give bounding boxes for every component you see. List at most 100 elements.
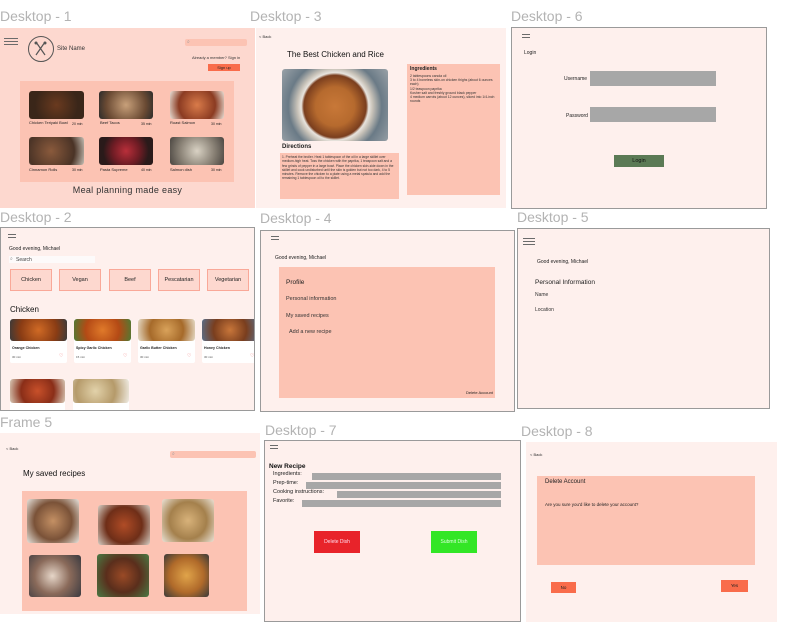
saved-recipe-image-4[interactable] <box>29 555 81 597</box>
frame-label-desktop-1: Desktop - 1 <box>0 8 72 24</box>
delete-account-dialog: Delete Account Are you sure you'd like t… <box>537 476 755 565</box>
saved-recipe-image-3[interactable] <box>162 499 214 542</box>
frame-label-desktop-5: Desktop - 5 <box>517 209 589 225</box>
frame-label-frame-5: Frame 5 <box>0 414 53 430</box>
prep-time-input[interactable] <box>306 482 501 489</box>
saved-recipe-image-2[interactable] <box>98 505 150 545</box>
signup-button[interactable]: Sign up <box>208 64 240 71</box>
recipe-name-5: Pasta Supreme <box>100 167 128 172</box>
recipe-card-3[interactable]: Garlic Butter Chicken 30 min ♡ <box>138 319 195 363</box>
frame-label-desktop-7: Desktop - 7 <box>265 422 337 438</box>
heart-icon[interactable]: ♡ <box>187 353 191 359</box>
frame-desktop-3: < Back The Best Chicken and Rice Ingredi… <box>256 28 506 208</box>
submit-dish-button[interactable]: Submit Dish <box>431 531 477 553</box>
category-pescatarian[interactable]: Pescatarian <box>158 269 200 291</box>
ingredients-label: Ingredients: <box>273 471 302 477</box>
search-input[interactable]: ⌕ Search <box>9 256 95 263</box>
recipe-image-4[interactable] <box>29 137 84 165</box>
menu-icon[interactable] <box>523 238 535 246</box>
ingredients-input[interactable] <box>312 473 501 480</box>
frame-label-desktop-2: Desktop - 2 <box>0 209 72 225</box>
ingredients-panel: Ingredients 2 tablespoons canola oil 3 t… <box>407 64 500 195</box>
category-vegan[interactable]: Vegan <box>59 269 101 291</box>
recipe-image-1[interactable] <box>29 91 84 119</box>
recipe-name-4: Cinnamon Rolls <box>29 167 58 172</box>
menu-icon[interactable] <box>270 445 278 453</box>
menu-icon[interactable] <box>271 236 279 244</box>
frame-desktop-4: Good evening, Michael Profile Personal i… <box>260 230 515 412</box>
recipe-time-1: 20 min <box>72 122 83 126</box>
figma-canvas: Desktop - 1 Desktop - 3 Desktop - 6 Desk… <box>0 0 787 636</box>
search-input[interactable]: ⌕ <box>170 451 256 458</box>
frame-label-desktop-3: Desktop - 3 <box>250 8 322 24</box>
category-beef[interactable]: Beef <box>109 269 151 291</box>
search-input[interactable]: ⌕ <box>185 39 247 46</box>
frame-label-desktop-6: Desktop - 6 <box>511 8 583 24</box>
recipe-image-5[interactable] <box>99 137 153 165</box>
back-link[interactable]: < Back <box>530 452 542 457</box>
no-button[interactable]: No <box>551 582 576 593</box>
recipe-card-image <box>138 319 195 341</box>
saved-recipe-image-5[interactable] <box>97 554 149 597</box>
prep-time-label: Prep-time: <box>273 480 299 486</box>
recipe-card-name: Garlic Butter Chicken <box>140 346 177 350</box>
recipe-image-6[interactable] <box>170 137 224 165</box>
directions-panel: 1. Preheat the broiler. Heat 1 tablespoo… <box>280 153 399 199</box>
menu-icon[interactable] <box>4 38 18 46</box>
menu-item-add-recipe[interactable]: Add a new recipe <box>289 329 332 335</box>
menu-icon[interactable] <box>522 34 530 42</box>
delete-dish-button[interactable]: Delete Dish <box>314 531 360 553</box>
recipe-card-image <box>202 319 254 341</box>
saved-recipe-image-1[interactable] <box>27 499 79 543</box>
heart-icon[interactable]: ♡ <box>250 353 254 359</box>
category-vegetarian[interactable]: Vegetarian <box>207 269 249 291</box>
recipe-card-5[interactable] <box>10 379 65 410</box>
recipe-image-3[interactable] <box>170 91 224 119</box>
saved-recipes-title: My saved recipes <box>23 469 86 478</box>
member-signin-link[interactable]: Already a member? Sign in <box>192 55 240 60</box>
login-button[interactable]: Login <box>614 155 664 167</box>
menu-icon[interactable] <box>8 234 16 242</box>
saved-recipe-image-6[interactable] <box>164 554 209 597</box>
section-heading-chicken: Chicken <box>10 305 39 314</box>
recipe-card-1[interactable]: Orange Chicken 30 min ♡ <box>10 319 67 363</box>
recipe-card-time: 15 min <box>76 355 86 359</box>
recipe-card-name: Orange Chicken <box>12 346 40 350</box>
cooking-instructions-input[interactable] <box>337 491 501 498</box>
recipe-card-6[interactable] <box>73 379 129 410</box>
heart-icon[interactable]: ♡ <box>123 353 127 359</box>
menu-item-personal-information[interactable]: Personal information <box>286 296 336 302</box>
password-input[interactable] <box>590 107 716 122</box>
profile-panel: Profile Personal information My saved re… <box>279 267 495 398</box>
logo-icon <box>28 36 54 62</box>
recipe-name-3: Roast Salmon <box>170 120 196 125</box>
username-label: Username <box>564 76 588 82</box>
frame-desktop-5: Good evening, Michael Personal Informati… <box>517 228 770 409</box>
ingredients-text: 2 tablespoons canola oil 3 to 4 boneless… <box>410 74 495 104</box>
recipe-card-4[interactable]: Honey Chicken 30 min ♡ <box>202 319 254 363</box>
saved-recipes-panel <box>22 491 247 611</box>
frame-desktop-2: Good evening, Michael ⌕ Search Chicken V… <box>0 227 255 411</box>
recipe-image-2[interactable] <box>99 91 153 119</box>
category-chicken[interactable]: Chicken <box>10 269 52 291</box>
recipe-card-image <box>74 319 131 341</box>
menu-item-saved-recipes[interactable]: My saved recipes <box>286 313 329 319</box>
back-link[interactable]: < Back <box>6 446 18 451</box>
search-icon: ⌕ <box>187 39 190 45</box>
recipe-grid-panel: Chicken Teriyaki Bowl 20 min Beef Tacos … <box>20 81 234 182</box>
favorite-input[interactable] <box>302 500 501 507</box>
yes-button[interactable]: Yes <box>721 580 748 592</box>
name-label: Name <box>535 292 549 298</box>
frame-label-desktop-8: Desktop - 8 <box>521 423 593 439</box>
recipe-name-6: Salmon dish <box>170 167 193 172</box>
recipe-card-name: Honey Chicken <box>204 346 230 350</box>
back-link[interactable]: < Back <box>259 34 271 39</box>
username-input[interactable] <box>590 71 716 86</box>
delete-account-link[interactable]: Delete Account <box>466 390 493 395</box>
recipe-name-2: Beef Tacos <box>100 120 120 125</box>
ingredients-heading: Ingredients <box>410 66 437 72</box>
recipe-time-5: 40 min <box>141 168 152 172</box>
recipe-card-2[interactable]: Spicy Garlic Chicken 15 min ♡ <box>74 319 131 363</box>
directions-heading: Directions <box>282 144 312 150</box>
heart-icon[interactable]: ♡ <box>59 353 63 359</box>
